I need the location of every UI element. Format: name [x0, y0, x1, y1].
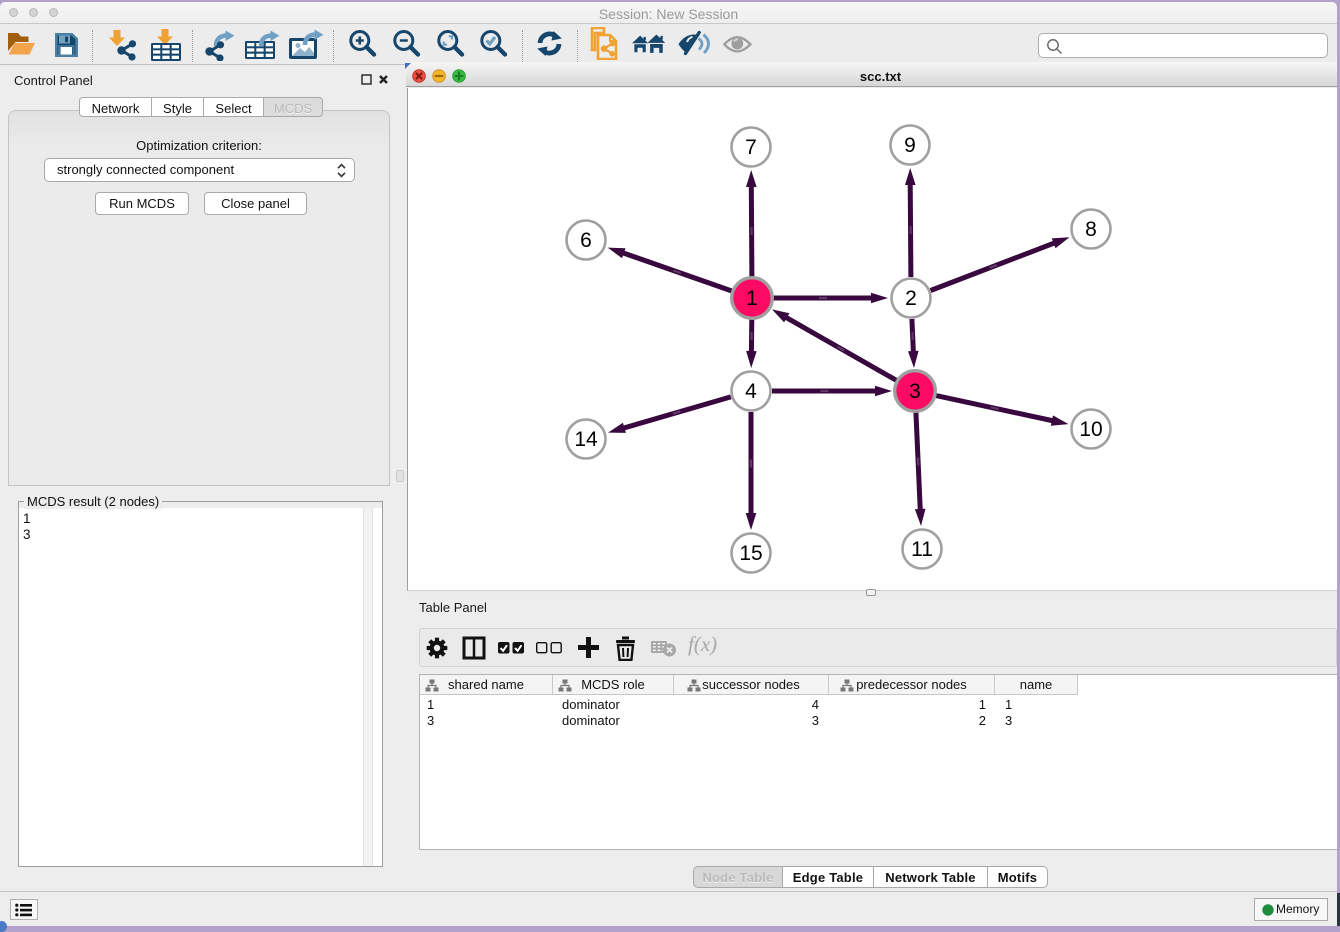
- svg-text:1: 1: [746, 287, 758, 310]
- svg-text:6: 6: [580, 229, 592, 252]
- svg-text:2: 2: [905, 287, 917, 310]
- svg-text:7: 7: [745, 136, 757, 159]
- svg-text:3: 3: [909, 380, 921, 403]
- svg-text:8: 8: [1085, 218, 1097, 241]
- svg-text:14: 14: [574, 428, 598, 451]
- svg-text:9: 9: [904, 134, 916, 157]
- svg-text:4: 4: [745, 380, 757, 403]
- svg-text:11: 11: [911, 538, 933, 561]
- svg-text:15: 15: [739, 542, 762, 565]
- svg-text:10: 10: [1079, 418, 1102, 441]
